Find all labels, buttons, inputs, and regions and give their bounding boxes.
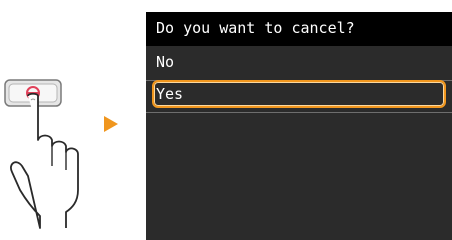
arrow-right-icon — [104, 116, 118, 132]
option-no-label: No — [156, 53, 175, 71]
hand-pressing-button-icon — [0, 60, 100, 230]
divider — [146, 112, 452, 113]
option-no[interactable]: No — [152, 48, 446, 76]
touch-panel-screen: Do you want to cancel? No Yes — [146, 12, 452, 240]
instruction-scene: Do you want to cancel? No Yes — [0, 0, 452, 240]
option-yes-label: Yes — [156, 85, 184, 103]
dialog-title: Do you want to cancel? — [156, 19, 355, 37]
dialog-title-bar: Do you want to cancel? — [146, 12, 452, 46]
option-yes[interactable]: Yes — [152, 80, 446, 108]
